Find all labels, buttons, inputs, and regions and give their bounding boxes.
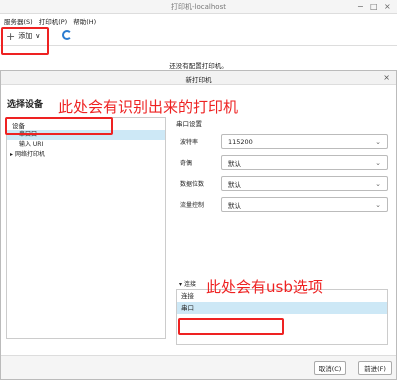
baud-rate-value: 115200 [228,137,253,146]
connection-list: 连接 串口 [176,289,388,345]
refresh-icon[interactable] [62,30,72,40]
menubar: 服务器(S) 打印机(P) 帮助(H) [0,14,397,26]
minimize-icon[interactable]: − [357,2,364,11]
device-network-printer[interactable]: ▸ 网络打印机 [7,150,165,160]
chevron-down-icon[interactable]: ∨ [35,32,40,40]
baud-rate-row: 波特率 115200 ⌄ [176,134,388,149]
network-printer-label: 网络打印机 [14,151,45,158]
maximize-icon[interactable]: □ [370,2,378,11]
flow-control-value: 默认 [228,201,241,210]
parity-label: 奇偶 [180,160,193,167]
chevron-down-icon: ⌄ [375,179,381,188]
toolbar: + 添加 ∨ [0,26,397,46]
baud-rate-select[interactable]: 115200 ⌄ [221,134,388,149]
no-printer-message: 还没有配置打印机。 [169,62,228,70]
add-printer-button[interactable]: + 添加 ∨ [2,27,50,45]
parity-value: 默认 [228,159,241,168]
menu-server[interactable]: 服务器(S) [4,16,33,26]
data-bits-value: 默认 [228,180,241,189]
background-window: 打印机-localhost − □ × 服务器(S) 打印机(P) 帮助(H) … [0,0,397,80]
parity-row: 奇偶 默认 ⌄ [176,155,388,170]
window-title: 打印机-localhost [171,3,226,11]
chevron-down-icon: ⌄ [375,158,381,167]
device-serial-port[interactable]: 串口口 [7,130,165,140]
window-titlebar: 打印机-localhost − □ × [0,0,397,14]
device-enter-uri[interactable]: 输入 URI [7,140,165,150]
annotation-bottom: 此处会有usb选项 [206,278,323,296]
dialog-title: 新打印机 [185,76,212,84]
annotation-top: 此处会有识别出来的打印机 [58,98,239,116]
flow-control-row: 流量控制 默认 ⌄ [176,197,388,212]
flow-control-label: 流量控制 [180,202,205,209]
plus-icon: + [6,29,16,43]
dialog-close-icon[interactable]: × [383,73,390,82]
add-label: 添加 [18,32,33,40]
device-list: 设备 串口口 输入 URI ▸ 网络打印机 [6,117,166,339]
collapse-arrow-icon[interactable]: ▾ [179,281,182,288]
close-icon[interactable]: × [384,2,391,11]
chevron-down-icon: ⌄ [375,200,381,209]
data-bits-label: 数据位数 [180,181,205,188]
dialog-titlebar: 新打印机 × [1,71,396,85]
forward-button[interactable]: 前进(F) [358,361,392,375]
data-bits-row: 数据位数 默认 ⌄ [176,176,388,191]
cancel-button[interactable]: 取消(C) [314,361,346,375]
baud-rate-label: 波特率 [180,139,199,146]
dialog-heading: 选择设备 [7,100,44,110]
serial-settings-label: 串口设置 [176,120,202,128]
expand-arrow-icon[interactable]: ▸ [10,151,13,158]
menu-printer[interactable]: 打印机(P) [39,16,68,26]
connection-label[interactable]: ▾ 连接 [179,279,196,288]
device-list-label: 设备 [12,122,25,130]
flow-control-select[interactable]: 默认 ⌄ [221,197,388,212]
menu-help[interactable]: 帮助(H) [73,16,96,26]
parity-select[interactable]: 默认 ⌄ [221,155,388,170]
connection-item-serial[interactable]: 串口 [177,302,387,314]
chevron-down-icon: ⌄ [375,137,381,146]
dialog-footer: 取消(C) 前进(F) [1,355,396,379]
data-bits-select[interactable]: 默认 ⌄ [221,176,388,191]
